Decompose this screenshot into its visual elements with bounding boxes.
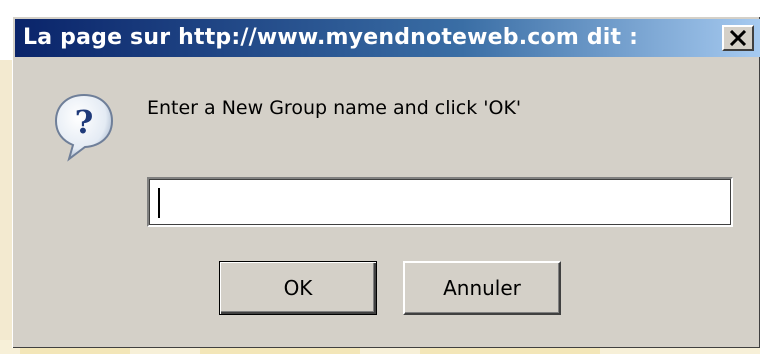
question-icon: ? [54, 93, 114, 162]
close-icon [729, 30, 747, 46]
cancel-button[interactable]: Annuler [403, 261, 561, 315]
background-page-strip [0, 0, 760, 3]
dialog-title: La page sur http://www.myendnoteweb.com … [23, 25, 639, 50]
group-name-input[interactable] [147, 177, 733, 227]
text-caret [158, 188, 160, 218]
prompt-dialog: La page sur http://www.myendnoteweb.com … [12, 16, 760, 348]
background-page-left [0, 60, 12, 340]
close-button[interactable] [722, 25, 754, 51]
svg-text:?: ? [75, 103, 94, 141]
prompt-message: Enter a New Group name and click 'OK' [147, 97, 522, 119]
dialog-titlebar[interactable]: La page sur http://www.myendnoteweb.com … [15, 19, 760, 57]
ok-button[interactable]: OK [219, 261, 377, 315]
